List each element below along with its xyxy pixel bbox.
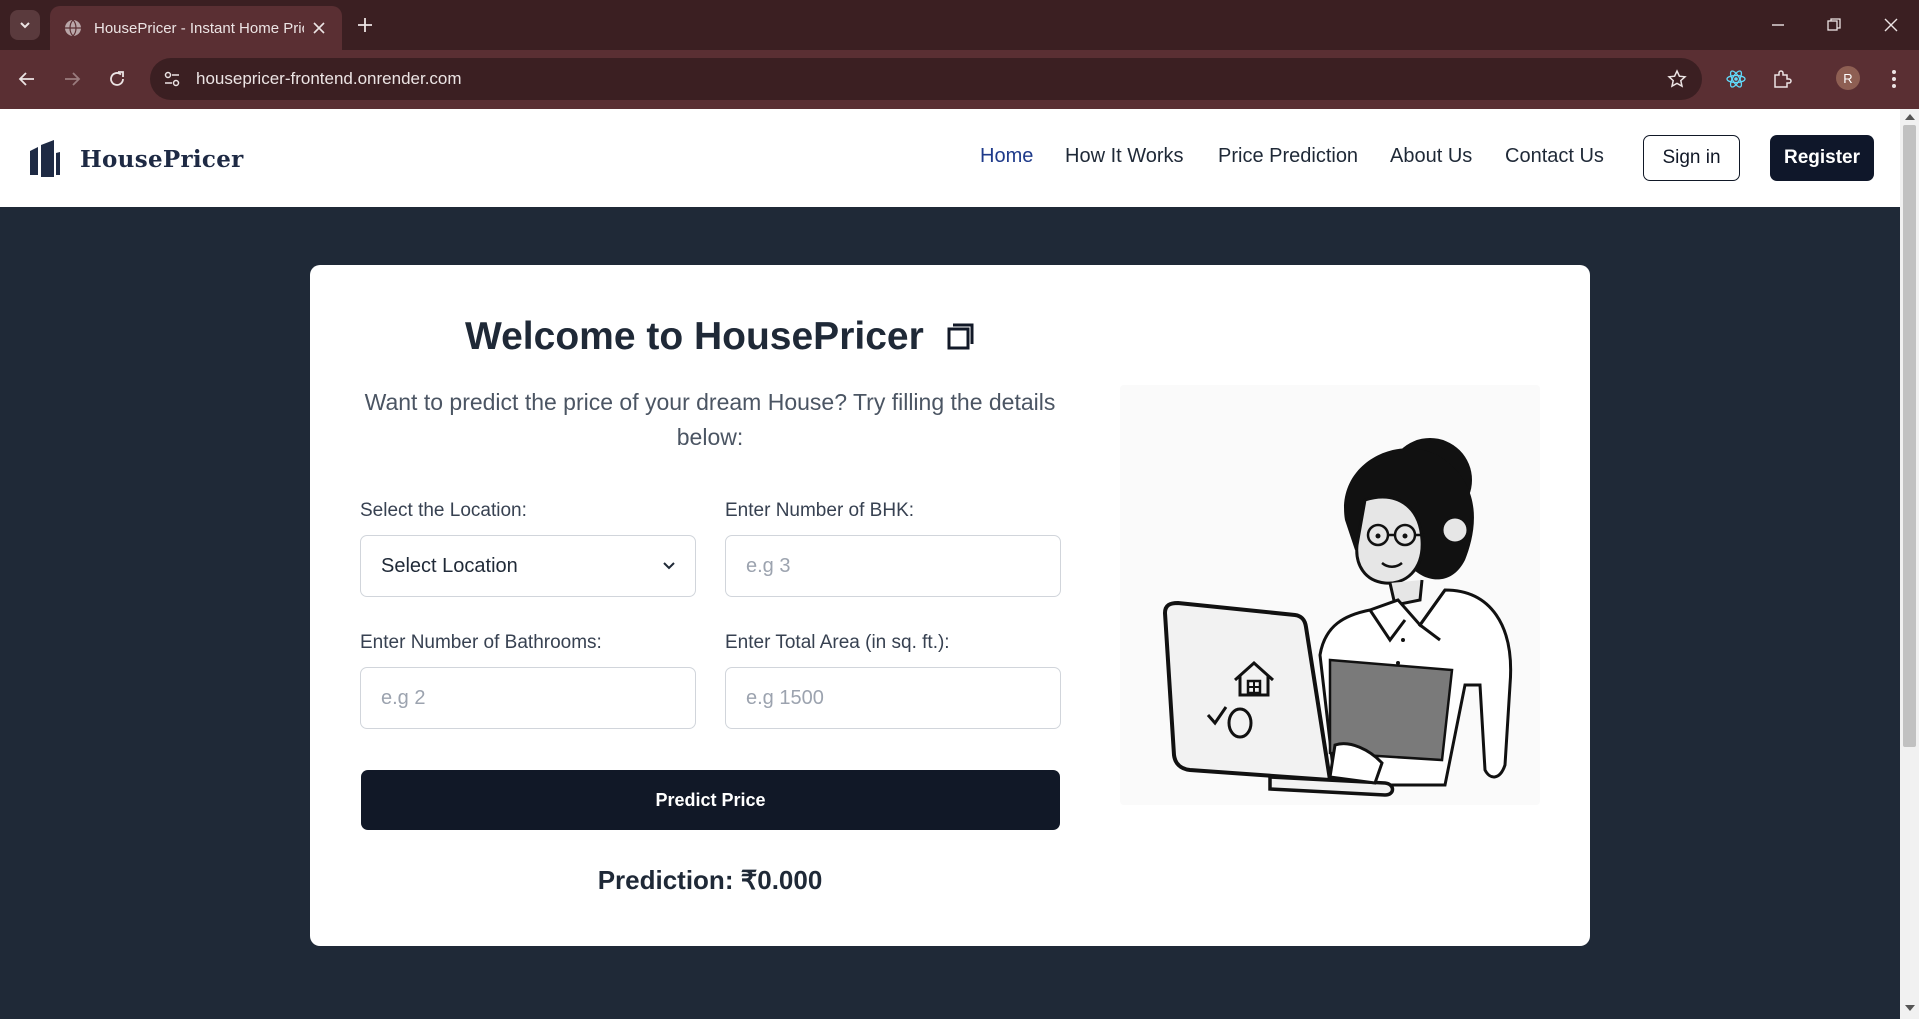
forward-icon[interactable]: [57, 64, 87, 94]
site-header: HousePricer Home How It Works Price Pred…: [0, 109, 1900, 207]
address-bar[interactable]: housepricer-frontend.onrender.com: [150, 58, 1702, 100]
reload-icon[interactable]: [102, 64, 132, 94]
chevron-down-icon: [663, 562, 675, 570]
minimize-icon[interactable]: [1761, 10, 1795, 40]
location-select[interactable]: Select Location: [360, 535, 696, 597]
predict-price-button[interactable]: Predict Price: [361, 770, 1060, 830]
browser-tab[interactable]: HousePricer - Instant Home Price: [50, 6, 342, 50]
more-menu-icon[interactable]: [1879, 64, 1909, 94]
globe-icon: [65, 19, 81, 37]
area-input[interactable]: e.g 1500: [725, 667, 1061, 729]
scroll-down-arrow[interactable]: [1905, 1005, 1915, 1011]
plus-icon[interactable]: [352, 12, 378, 38]
logo-text: HousePricer: [80, 145, 244, 173]
nav-price-prediction[interactable]: Price Prediction: [1218, 145, 1358, 168]
restore-icon[interactable]: [1817, 10, 1851, 40]
bathrooms-label: Enter Number of Bathrooms:: [360, 632, 602, 653]
browser-tabstrip: HousePricer - Instant Home Price: [0, 0, 1919, 50]
close-window-icon[interactable]: [1874, 10, 1908, 40]
close-icon[interactable]: [310, 19, 328, 37]
site-logo[interactable]: HousePricer: [28, 139, 244, 179]
back-icon[interactable]: [12, 64, 42, 94]
extensions-icon[interactable]: [1767, 64, 1797, 94]
sign-in-button[interactable]: Sign in: [1643, 135, 1740, 181]
window-icon: [947, 323, 974, 350]
nav-about-us[interactable]: About Us: [1390, 145, 1472, 168]
register-button[interactable]: Register: [1770, 135, 1874, 181]
browser-toolbar: housepricer-frontend.onrender.com R: [0, 50, 1919, 109]
prediction-card: Welcome to HousePricer Want to predict t…: [310, 265, 1590, 946]
page-subtitle: Want to predict the price of your dream …: [364, 389, 1056, 450]
scroll-thumb[interactable]: [1903, 125, 1916, 747]
woman-with-laptop-illustration: [1120, 385, 1540, 805]
bhk-label: Enter Number of BHK:: [725, 500, 915, 521]
page-scrollbar[interactable]: [1900, 109, 1919, 1019]
bhk-input[interactable]: e.g 3: [725, 535, 1061, 597]
bathrooms-input[interactable]: e.g 2: [360, 667, 696, 729]
page-title: Welcome to HousePricer: [465, 315, 974, 359]
location-select-value: Select Location: [381, 554, 518, 577]
site-info-icon[interactable]: [160, 67, 184, 91]
tab-title: HousePricer - Instant Home Price: [94, 19, 304, 37]
area-label: Enter Total Area (in sq. ft.):: [725, 632, 950, 653]
nav-contact-us[interactable]: Contact Us: [1505, 145, 1604, 168]
location-label: Select the Location:: [360, 500, 527, 521]
profile-avatar[interactable]: R: [1836, 66, 1860, 90]
react-devtools-icon[interactable]: [1721, 64, 1751, 94]
page-title-text: Welcome to HousePricer: [465, 315, 924, 358]
scroll-up-arrow[interactable]: [1905, 114, 1915, 120]
nav-home[interactable]: Home: [980, 145, 1033, 168]
star-icon[interactable]: [1666, 68, 1688, 90]
logo-icon: [30, 140, 60, 177]
nav-how-it-works[interactable]: How It Works: [1065, 145, 1184, 168]
url-text: housepricer-frontend.onrender.com: [196, 69, 462, 88]
prediction-result: Prediction: ₹0.000: [597, 865, 823, 895]
tab-search-icon[interactable]: [10, 10, 40, 40]
